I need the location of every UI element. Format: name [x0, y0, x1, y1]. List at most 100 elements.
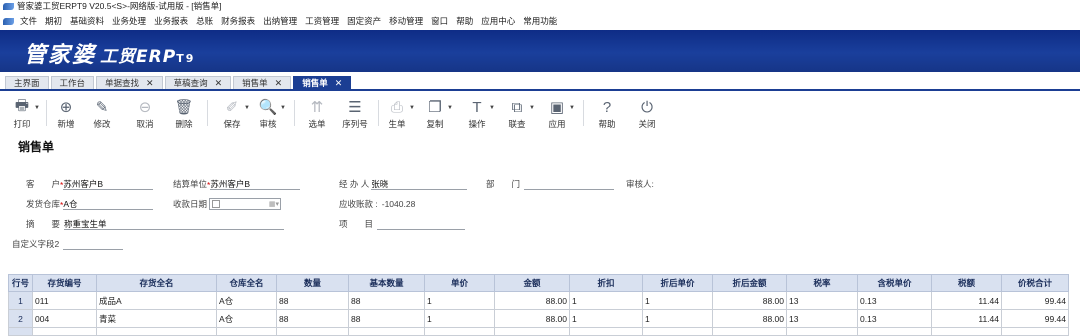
menu-help[interactable]: 帮助: [456, 15, 473, 27]
menu-window[interactable]: 窗口: [431, 15, 448, 27]
cell-tax-amount[interactable]: 11.44: [931, 309, 1002, 328]
cell-tax-rate[interactable]: 13: [786, 309, 858, 328]
tab-draft-query[interactable]: 草稿查询 ✕: [164, 76, 232, 89]
grid-cell[interactable]: [642, 327, 713, 336]
cell-discounted-amount[interactable]: 88.00: [712, 291, 787, 310]
cell-discounted-price[interactable]: 1: [642, 291, 713, 310]
grid-cell[interactable]: [32, 327, 97, 336]
collect-date-checkbox[interactable]: [212, 200, 221, 208]
cell-tax-incl-price[interactable]: 0.13: [857, 309, 932, 328]
department-input[interactable]: [524, 178, 615, 190]
grid-cell[interactable]: [1001, 327, 1069, 336]
cell-item-code[interactable]: 011: [32, 291, 97, 310]
menu-fixed-assets[interactable]: 固定资产: [347, 15, 381, 27]
col-header-total-with-tax[interactable]: 价税合计: [1001, 274, 1069, 292]
cell-discounted-price[interactable]: 1: [642, 309, 713, 328]
col-header-discounted-amount[interactable]: 折后金额: [712, 274, 787, 292]
grid-cell[interactable]: [96, 327, 217, 336]
operation-button[interactable]: T 操作 ▼: [455, 96, 499, 132]
cell-discounted-amount[interactable]: 88.00: [712, 309, 787, 328]
chevron-down-icon[interactable]: ▼: [447, 105, 453, 111]
chevron-down-icon[interactable]: ▼: [569, 105, 575, 111]
menu-app-icon[interactable]: [3, 17, 14, 25]
close-button[interactable]: ⏻ 关闭: [625, 96, 669, 132]
col-header-discounted-price[interactable]: 折后单价: [642, 274, 713, 292]
cell-item-name[interactable]: 成品A: [96, 291, 217, 310]
col-header-item-name[interactable]: 存货全名: [96, 274, 217, 292]
tab-main[interactable]: 主界面: [5, 76, 49, 89]
menu-business[interactable]: 业务处理: [112, 15, 146, 27]
col-header-amount[interactable]: 金额: [494, 274, 570, 292]
menu-file[interactable]: 文件: [20, 15, 37, 27]
cell-total-with-tax[interactable]: 99.44: [1001, 309, 1069, 328]
col-header-tax-amount[interactable]: 税额: [931, 274, 1002, 292]
grid-cell[interactable]: [276, 327, 349, 336]
chevron-down-icon[interactable]: ▼: [280, 105, 286, 111]
serial-number-button[interactable]: ☰ 序列号: [333, 96, 377, 132]
link-query-button[interactable]: ⧉ 联查 ▼: [495, 96, 539, 132]
handler-input[interactable]: 张晓: [371, 178, 468, 190]
menu-basic-data[interactable]: 基础资料: [70, 15, 104, 27]
customer-input[interactable]: 苏州客户B: [63, 178, 154, 190]
col-header-unit-price[interactable]: 单价: [424, 274, 495, 292]
warehouse-input[interactable]: A仓: [63, 198, 154, 210]
grid-cell[interactable]: [857, 327, 932, 336]
calendar-icon[interactable]: ▦▾: [269, 200, 279, 208]
col-header-quantity[interactable]: 数量: [276, 274, 349, 292]
menu-business-reports[interactable]: 业务报表: [154, 15, 188, 27]
close-icon[interactable]: ✕: [275, 78, 283, 89]
col-header-discount[interactable]: 折扣: [569, 274, 643, 292]
menu-financial-reports[interactable]: 财务报表: [221, 15, 255, 27]
cell-warehouse[interactable]: A仓: [216, 291, 277, 310]
grid-cell[interactable]: [216, 327, 277, 336]
custom-field-2-input[interactable]: [63, 238, 124, 250]
cell-amount[interactable]: 88.00: [494, 291, 570, 310]
print-button[interactable]: 🖶 打印 ▼: [0, 96, 44, 132]
cell-quantity[interactable]: 88: [276, 291, 349, 310]
menu-opening[interactable]: 期初: [45, 15, 62, 27]
grid-cell[interactable]: [786, 327, 858, 336]
menu-cashier[interactable]: 出纳管理: [263, 15, 297, 27]
delete-button[interactable]: 🗑 删除: [162, 96, 206, 132]
menu-app-center[interactable]: 应用中心: [481, 15, 515, 27]
project-input[interactable]: [377, 218, 466, 230]
cell-unit-price[interactable]: 1: [424, 309, 495, 328]
grid-cell[interactable]: [569, 327, 643, 336]
cell-base-quantity[interactable]: 88: [348, 309, 425, 328]
col-header-tax-rate[interactable]: 税率: [786, 274, 858, 292]
grid-cell[interactable]: [494, 327, 570, 336]
tab-workbench[interactable]: 工作台: [50, 76, 95, 89]
col-header-warehouse[interactable]: 仓库全名: [216, 274, 277, 292]
help-button[interactable]: ? 帮助: [585, 96, 629, 132]
menu-mobile[interactable]: 移动管理: [389, 15, 423, 27]
table-row[interactable]: 1 011 成品A A仓 88 88 1 88.00 1 1 88.00 13 …: [8, 291, 1069, 310]
close-icon[interactable]: ✕: [215, 78, 223, 89]
table-row[interactable]: 2 004 青菜 A仓 88 88 1 88.00 1 1 88.00 13 0…: [8, 309, 1069, 328]
cell-amount[interactable]: 88.00: [494, 309, 570, 328]
col-header-base-quantity[interactable]: 基本数量: [348, 274, 425, 292]
cell-total-with-tax[interactable]: 99.44: [1001, 291, 1069, 310]
col-header-tax-incl-price[interactable]: 含税单价: [857, 274, 932, 292]
cancel-button[interactable]: ⊖ 取消: [123, 96, 167, 132]
audit-button[interactable]: 🔍 审核 ▼: [246, 96, 290, 132]
cell-item-name[interactable]: 青菜: [96, 309, 217, 328]
grid-cell[interactable]: [931, 327, 1002, 336]
cell-item-code[interactable]: 004: [32, 309, 97, 328]
col-header-row-no[interactable]: 行号: [8, 274, 33, 292]
close-icon[interactable]: ✕: [335, 78, 343, 89]
collect-date-picker[interactable]: ▦▾: [209, 198, 282, 210]
grid-cell[interactable]: [348, 327, 425, 336]
tab-sales-order[interactable]: 销售单 ✕: [233, 76, 292, 89]
apply-button[interactable]: ▣ 应用 ▼: [535, 96, 579, 132]
cell-unit-price[interactable]: 1: [424, 291, 495, 310]
menu-common-functions[interactable]: 常用功能: [523, 15, 557, 27]
grid-cell[interactable]: [424, 327, 495, 336]
cell-quantity[interactable]: 88: [276, 309, 349, 328]
edit-button[interactable]: ✎ 修改: [80, 96, 124, 132]
summary-input[interactable]: 称重宝生单: [64, 218, 285, 230]
settle-unit-input[interactable]: 苏州客户B: [210, 178, 301, 190]
cell-tax-amount[interactable]: 11.44: [931, 291, 1002, 310]
cell-warehouse[interactable]: A仓: [216, 309, 277, 328]
chevron-down-icon[interactable]: ▼: [34, 105, 40, 111]
table-row-empty[interactable]: [8, 327, 1069, 336]
